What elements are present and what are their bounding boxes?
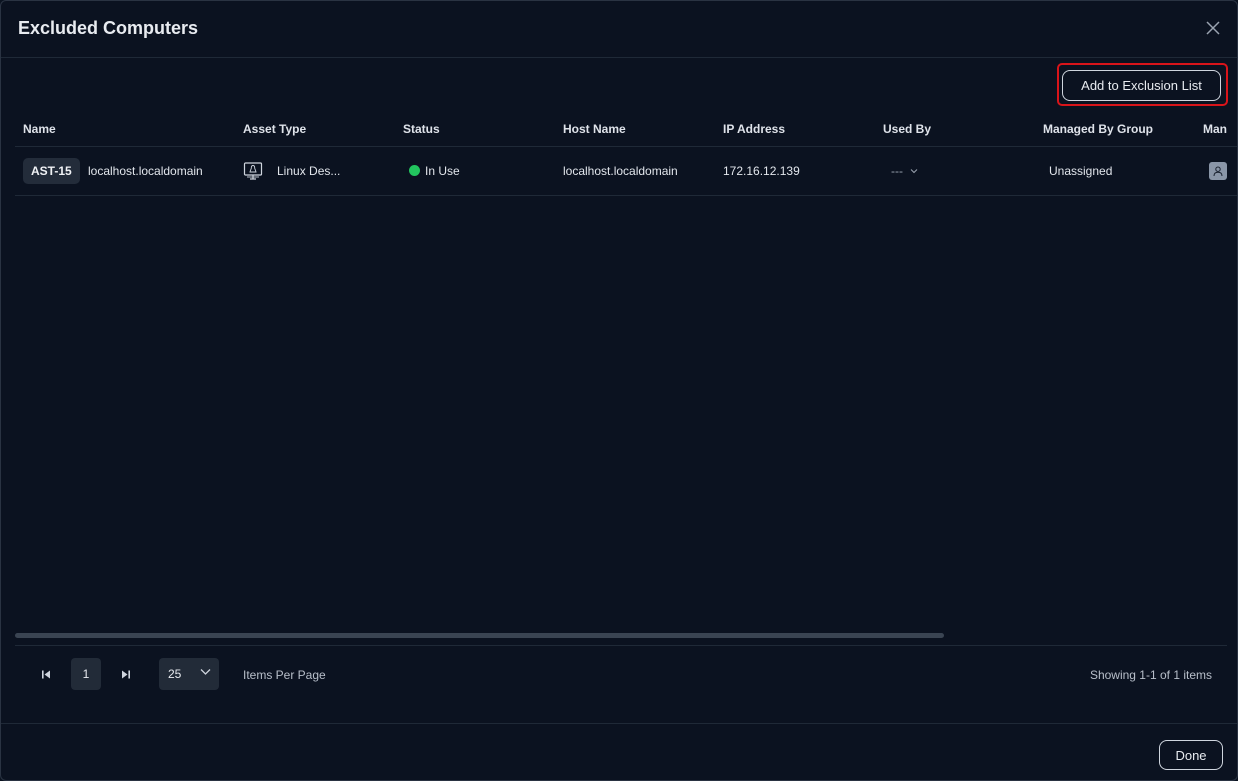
computer-name: localhost.localdomain xyxy=(88,164,203,178)
column-header-managed-by[interactable]: Man xyxy=(1203,122,1227,136)
page-size-value: 25 xyxy=(168,667,182,681)
column-header-host-name[interactable]: Host Name xyxy=(563,122,626,136)
ip-address: 172.16.12.139 xyxy=(723,164,800,178)
table-header: Name Asset Type Status Host Name IP Addr… xyxy=(15,111,1237,147)
status-text: In Use xyxy=(425,164,460,178)
asset-type: Linux Des... xyxy=(277,164,341,178)
asset-tag[interactable]: AST-15 xyxy=(23,158,80,184)
column-header-ip-address[interactable]: IP Address xyxy=(723,122,785,136)
horizontal-scrollbar[interactable] xyxy=(15,633,1227,638)
done-button[interactable]: Done xyxy=(1159,740,1223,770)
desktop-icon xyxy=(243,162,263,180)
first-page-icon xyxy=(42,670,50,678)
status-badge: In Use xyxy=(409,164,460,178)
chevron-down-icon xyxy=(200,669,211,675)
add-button-highlight: Add to Exclusion List xyxy=(1057,63,1228,106)
user-icon[interactable] xyxy=(1209,162,1227,180)
host-name: localhost.localdomain xyxy=(563,164,678,178)
column-header-managed-by-group[interactable]: Managed By Group xyxy=(1043,122,1153,136)
last-page-button[interactable] xyxy=(118,666,134,682)
managed-by-group: Unassigned xyxy=(1049,164,1113,178)
showing-count: Showing 1-1 of 1 items xyxy=(1089,668,1212,682)
dialog-footer: Done xyxy=(1,723,1237,780)
status-dot xyxy=(409,165,420,176)
first-page-button[interactable] xyxy=(38,666,54,682)
close-button[interactable] xyxy=(1201,16,1225,40)
current-page[interactable]: 1 xyxy=(71,658,101,690)
pagination: 1 25 Items Per Page Showing 1-1 of 1 ite… xyxy=(15,645,1227,703)
scrollbar-thumb[interactable] xyxy=(15,633,944,638)
dialog-header: Excluded Computers xyxy=(1,1,1237,58)
dialog-title: Excluded Computers xyxy=(18,18,199,38)
page-size-select[interactable]: 25 xyxy=(159,658,219,690)
close-icon xyxy=(1206,21,1220,35)
excluded-computers-dialog: Excluded Computers Add to Exclusion List… xyxy=(0,0,1238,781)
items-per-page-label: Items Per Page xyxy=(243,668,326,682)
excluded-computers-table: Name Asset Type Status Host Name IP Addr… xyxy=(15,111,1237,196)
last-page-icon xyxy=(122,670,130,678)
table-row[interactable]: AST-15 localhost.localdomain Linux Des..… xyxy=(15,147,1237,196)
column-header-name[interactable]: Name xyxy=(23,122,56,136)
column-header-used-by[interactable]: Used By xyxy=(883,122,931,136)
used-by-dropdown[interactable]: --- xyxy=(891,164,918,178)
column-header-asset-type[interactable]: Asset Type xyxy=(243,122,306,136)
add-to-exclusion-list-button[interactable]: Add to Exclusion List xyxy=(1062,70,1221,101)
chevron-down-icon xyxy=(910,169,918,174)
column-header-status[interactable]: Status xyxy=(403,122,440,136)
used-by-value: --- xyxy=(891,164,903,178)
